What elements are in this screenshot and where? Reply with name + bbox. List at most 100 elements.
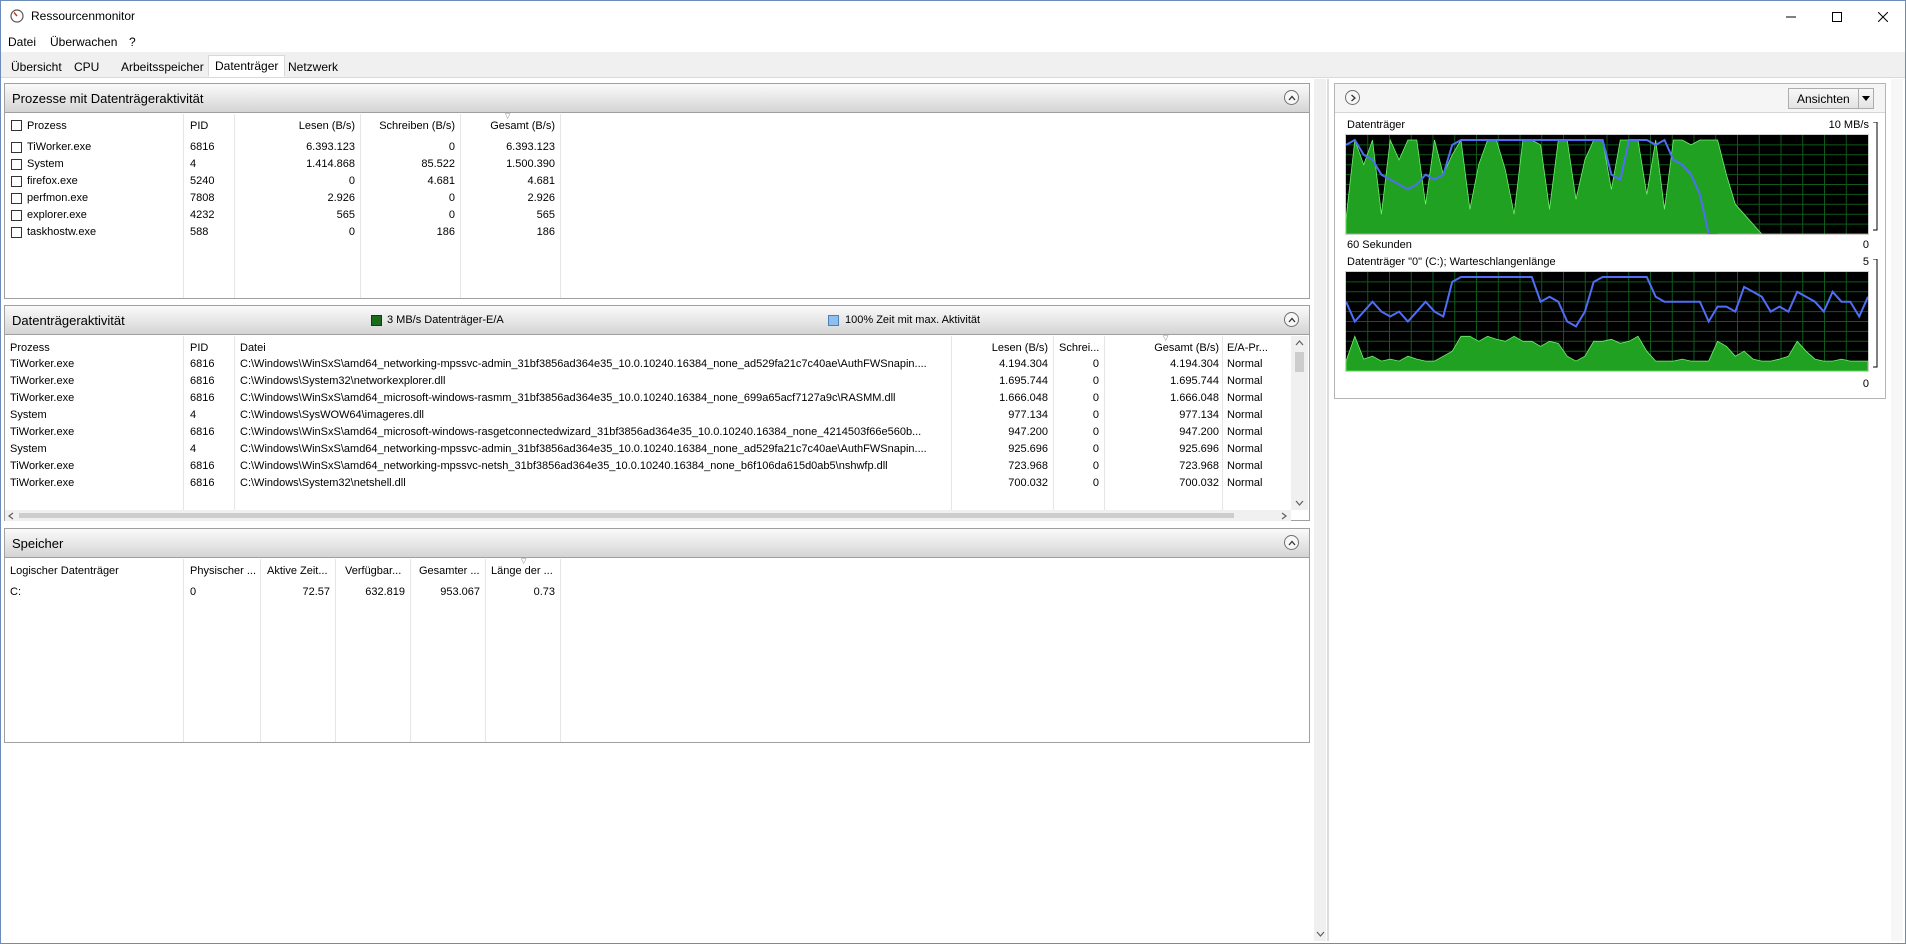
table-row[interactable]: perfmon.exe 7808 2.926 0 2.926 xyxy=(5,190,1305,207)
write-bytes: 85.522 xyxy=(421,158,455,170)
column-header-read[interactable]: Lesen (B/s) xyxy=(237,120,355,132)
dropdown-arrow-icon xyxy=(1862,96,1870,101)
io-priority: Normal xyxy=(1227,409,1263,421)
row-checkbox[interactable] xyxy=(11,210,22,221)
pid: 6816 xyxy=(190,392,215,404)
file-path: C:\Windows\WinSxS\amd64_networking-mpssv… xyxy=(240,358,927,370)
table-row[interactable]: TiWorker.exe 6816 C:\Windows\System32\nets… xyxy=(5,475,1289,492)
menu-ueberwachen[interactable]: Überwachen xyxy=(50,35,117,49)
graph2-min-label: 0 xyxy=(1862,378,1869,390)
collapse-button[interactable] xyxy=(1284,90,1299,105)
row-checkbox[interactable] xyxy=(11,159,22,170)
table-row[interactable]: taskhostw.exe 588 0 186 186 xyxy=(5,224,1305,241)
column-header-pid[interactable]: PID xyxy=(190,342,208,354)
graph1-disk-chart xyxy=(1345,134,1869,235)
table-row[interactable]: TiWorker.exe 6816 C:\Windows\System32\netw… xyxy=(5,373,1289,390)
column-header-prozess[interactable]: Prozess xyxy=(27,120,67,132)
column-header-prozess[interactable]: Prozess xyxy=(10,342,50,354)
read-bytes: 0 xyxy=(348,226,355,238)
close-icon xyxy=(1878,11,1888,22)
collapse-button[interactable] xyxy=(1284,535,1299,550)
graph-pane-header: Ansichten xyxy=(1335,84,1885,113)
column-header-read[interactable]: Lesen (B/s) xyxy=(955,342,1048,354)
tab-uebersicht[interactable]: Übersicht xyxy=(4,56,69,76)
file-path: C:\Windows\System32\networkexplorer.dll xyxy=(240,375,446,387)
graph2-title: Datenträger "0" (C:); Warteschlangenläng… xyxy=(1347,256,1556,268)
tab-netzwerk[interactable]: Netzwerk xyxy=(281,56,345,76)
horizontal-scroll-thumb[interactable] xyxy=(19,513,1234,518)
total-bytes: 947.200 xyxy=(1179,426,1219,438)
table-row[interactable]: TiWorker.exe 6816 C:\Windows\WinSxS\amd64_… xyxy=(5,356,1289,373)
column-header-active-time[interactable]: Aktive Zeit... xyxy=(267,565,333,577)
processes-panel-header[interactable]: Prozesse mit Datenträgeraktivität xyxy=(5,84,1309,113)
write-bytes: 0 xyxy=(1092,358,1099,370)
menu-help[interactable]: ? xyxy=(129,35,136,49)
scroll-up-icon[interactable] xyxy=(1295,340,1304,346)
column-header-total[interactable]: Gesamt (B/s) xyxy=(463,120,555,132)
column-header-available[interactable]: Verfügbar... xyxy=(345,565,407,577)
column-header-total[interactable]: Gesamt (B/s) xyxy=(1108,342,1219,354)
storage-panel-header[interactable]: Speicher xyxy=(5,529,1309,558)
scroll-left-icon[interactable] xyxy=(8,512,14,520)
read-bytes: 1.695.744 xyxy=(999,375,1048,387)
pane-splitter[interactable] xyxy=(1327,79,1329,941)
column-header-physical-disk[interactable]: Physischer ... xyxy=(190,565,258,577)
tab-arbeitsspeicher[interactable]: Arbeitsspeicher xyxy=(114,56,211,76)
column-header-pid[interactable]: PID xyxy=(190,120,208,132)
horizontal-scrollbar[interactable] xyxy=(5,510,1291,521)
maximize-button[interactable] xyxy=(1814,1,1860,32)
row-checkbox[interactable] xyxy=(11,142,22,153)
scroll-right-icon[interactable] xyxy=(1281,512,1287,520)
column-header-write[interactable]: Schrei... xyxy=(1059,342,1103,354)
table-row[interactable]: System 4 C:\Windows\WinSxS\amd64_networkin… xyxy=(5,441,1289,458)
tab-cpu[interactable]: CPU xyxy=(67,56,106,76)
column-header-write[interactable]: Schreiben (B/s) xyxy=(363,120,455,132)
vertical-scroll-thumb[interactable] xyxy=(1295,352,1304,372)
io-legend-swatch xyxy=(371,315,382,326)
graph1-time-label: 60 Sekunden xyxy=(1347,239,1412,251)
menu-datei[interactable]: Datei xyxy=(8,35,36,49)
views-dropdown[interactable]: Ansichten xyxy=(1788,88,1874,109)
file-path: C:\Windows\WinSxS\amd64_networking-mpssv… xyxy=(240,443,927,455)
pid: 6816 xyxy=(190,141,215,153)
column-header-logical-disk[interactable]: Logischer Datenträger xyxy=(10,565,119,577)
table-row[interactable]: explorer.exe 4232 565 0 565 xyxy=(5,207,1305,224)
table-row[interactable]: TiWorker.exe 6816 6.393.123 0 6.393.123 xyxy=(5,139,1305,156)
chevron-up-icon xyxy=(1288,317,1295,322)
file-path: C:\Windows\WinSxS\amd64_microsoft-window… xyxy=(240,426,922,438)
right-pane-scrollbar[interactable] xyxy=(1891,79,1903,941)
expand-graphs-button[interactable] xyxy=(1345,90,1360,105)
row-checkbox[interactable] xyxy=(11,193,22,204)
collapse-button[interactable] xyxy=(1284,312,1299,327)
row-checkbox[interactable] xyxy=(11,227,22,238)
chevron-up-icon xyxy=(1288,95,1295,100)
table-row-partial[interactable] xyxy=(5,492,1289,502)
left-pane-scrollbar[interactable] xyxy=(1314,79,1326,941)
active-time: 72.57 xyxy=(302,586,330,598)
table-row[interactable]: TiWorker.exe 6816 C:\Windows\WinSxS\amd64_… xyxy=(5,458,1289,475)
table-row[interactable]: System 4 1.414.868 85.522 1.500.390 xyxy=(5,156,1305,173)
scroll-down-icon[interactable] xyxy=(1295,500,1304,506)
table-row[interactable]: C: 0 72.57 632.819 953.067 0.73 xyxy=(5,584,1305,601)
tab-datentraeger[interactable]: Datenträger xyxy=(208,55,286,77)
column-header-queue-length[interactable]: Länge der ... xyxy=(491,565,558,577)
table-row[interactable]: firefox.exe 5240 0 4.681 4.681 xyxy=(5,173,1305,190)
close-button[interactable] xyxy=(1860,1,1906,32)
table-row[interactable]: TiWorker.exe 6816 C:\Windows\WinSxS\amd64_… xyxy=(5,424,1289,441)
column-header-total-space[interactable]: Gesamter ... xyxy=(419,565,483,577)
pid: 4232 xyxy=(190,209,215,221)
column-header-io-priority[interactable]: E/A-Pr... xyxy=(1227,342,1273,354)
scroll-down-icon[interactable] xyxy=(1316,931,1325,937)
disk-activity-panel-header[interactable]: Datenträgeraktivität 3 MB/s Datenträger-… xyxy=(5,306,1309,335)
total-bytes: 4.681 xyxy=(527,175,555,187)
row-checkbox[interactable] xyxy=(11,176,22,187)
column-header-datei[interactable]: Datei xyxy=(240,342,266,354)
process-name: System xyxy=(27,158,64,170)
select-all-checkbox[interactable] xyxy=(11,120,22,131)
write-bytes: 0 xyxy=(1092,426,1099,438)
table-row[interactable]: System 4 C:\Windows\SysWOW64\imageres.dll 9… xyxy=(5,407,1289,424)
vertical-scrollbar[interactable] xyxy=(1291,336,1308,510)
table-row[interactable]: TiWorker.exe 6816 C:\Windows\WinSxS\amd64_… xyxy=(5,390,1289,407)
minimize-button[interactable] xyxy=(1768,1,1814,32)
io-priority: Normal xyxy=(1227,477,1263,489)
